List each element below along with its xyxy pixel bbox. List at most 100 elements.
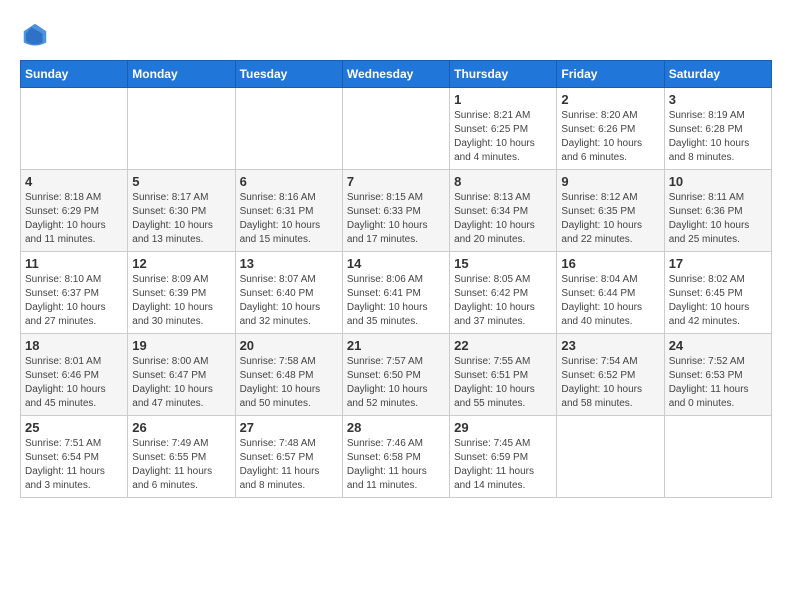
cell-content: 20Sunrise: 7:58 AM Sunset: 6:48 PM Dayli… bbox=[240, 338, 338, 411]
day-number: 1 bbox=[454, 92, 552, 107]
cell-content: 26 Sunrise: 7:49 AM Sunset: 6:55 PM Dayli… bbox=[132, 420, 230, 493]
cell-content: 6 Sunrise: 8:16 AM Sunset: 6:31 PM Daylig… bbox=[240, 174, 338, 247]
cell-info: Sunrise: 8:13 AM Sunset: 6:34 PM Dayligh… bbox=[454, 191, 552, 247]
cell-content: 8Sunrise: 8:13 AM Sunset: 6:34 PM Daylig… bbox=[454, 174, 552, 247]
day-number: 2 bbox=[561, 92, 659, 107]
cell-info: Sunrise: 8:12 AM Sunset: 6:35 PM Dayligh… bbox=[561, 191, 659, 247]
calendar-cell bbox=[664, 416, 771, 498]
day-number: 22 bbox=[454, 338, 552, 353]
calendar-cell: 6 Sunrise: 8:16 AM Sunset: 6:31 PM Daylig… bbox=[235, 170, 342, 252]
day-number: 12 bbox=[132, 256, 230, 271]
calendar-cell: 24 Sunrise: 7:52 AM Sunset: 6:53 PM Dayli… bbox=[664, 334, 771, 416]
cell-content: 1Sunrise: 8:21 AM Sunset: 6:25 PM Daylig… bbox=[454, 92, 552, 165]
cell-info: Sunrise: 7:48 AM Sunset: 6:57 PM Dayligh… bbox=[240, 437, 338, 493]
cell-info: Sunrise: 8:10 AM Sunset: 6:37 PM Dayligh… bbox=[25, 273, 123, 329]
calendar-cell: 10 Sunrise: 8:11 AM Sunset: 6:36 PM Dayli… bbox=[664, 170, 771, 252]
cell-info: Sunrise: 8:11 AM Sunset: 6:36 PM Dayligh… bbox=[669, 191, 767, 247]
cell-content: 2 Sunrise: 8:20 AM Sunset: 6:26 PM Daylig… bbox=[561, 92, 659, 165]
calendar-cell: 4Sunrise: 8:18 AM Sunset: 6:29 PM Daylig… bbox=[21, 170, 128, 252]
calendar-cell: 17 Sunrise: 8:02 AM Sunset: 6:45 PM Dayli… bbox=[664, 252, 771, 334]
calendar-cell: 15Sunrise: 8:05 AM Sunset: 6:42 PM Dayli… bbox=[450, 252, 557, 334]
day-number: 29 bbox=[454, 420, 552, 435]
day-number: 23 bbox=[561, 338, 659, 353]
calendar-cell: 11 Sunrise: 8:10 AM Sunset: 6:37 PM Dayli… bbox=[21, 252, 128, 334]
cell-content: 15Sunrise: 8:05 AM Sunset: 6:42 PM Dayli… bbox=[454, 256, 552, 329]
calendar-cell: 13Sunrise: 8:07 AM Sunset: 6:40 PM Dayli… bbox=[235, 252, 342, 334]
calendar-cell: 27 Sunrise: 7:48 AM Sunset: 6:57 PM Dayli… bbox=[235, 416, 342, 498]
cell-content: 28Sunrise: 7:46 AM Sunset: 6:58 PM Dayli… bbox=[347, 420, 445, 493]
day-number: 14 bbox=[347, 256, 445, 271]
day-number: 3 bbox=[669, 92, 767, 107]
cell-info: Sunrise: 8:07 AM Sunset: 6:40 PM Dayligh… bbox=[240, 273, 338, 329]
calendar-cell: 7 Sunrise: 8:15 AM Sunset: 6:33 PM Daylig… bbox=[342, 170, 449, 252]
calendar-week-row: 11 Sunrise: 8:10 AM Sunset: 6:37 PM Dayli… bbox=[21, 252, 772, 334]
cell-info: Sunrise: 8:20 AM Sunset: 6:26 PM Dayligh… bbox=[561, 109, 659, 165]
day-number: 5 bbox=[132, 174, 230, 189]
calendar-cell bbox=[557, 416, 664, 498]
calendar-week-row: 4Sunrise: 8:18 AM Sunset: 6:29 PM Daylig… bbox=[21, 170, 772, 252]
calendar-cell: 5Sunrise: 8:17 AM Sunset: 6:30 PM Daylig… bbox=[128, 170, 235, 252]
cell-content: 4Sunrise: 8:18 AM Sunset: 6:29 PM Daylig… bbox=[25, 174, 123, 247]
page-header bbox=[20, 20, 772, 50]
calendar-cell bbox=[342, 88, 449, 170]
cell-info: Sunrise: 8:00 AM Sunset: 6:47 PM Dayligh… bbox=[132, 355, 230, 411]
cell-info: Sunrise: 7:57 AM Sunset: 6:50 PM Dayligh… bbox=[347, 355, 445, 411]
day-number: 20 bbox=[240, 338, 338, 353]
cell-content: 21 Sunrise: 7:57 AM Sunset: 6:50 PM Dayli… bbox=[347, 338, 445, 411]
day-number: 27 bbox=[240, 420, 338, 435]
column-header-thursday: Thursday bbox=[450, 61, 557, 88]
cell-info: Sunrise: 8:02 AM Sunset: 6:45 PM Dayligh… bbox=[669, 273, 767, 329]
cell-content: 18Sunrise: 8:01 AM Sunset: 6:46 PM Dayli… bbox=[25, 338, 123, 411]
calendar-cell: 2 Sunrise: 8:20 AM Sunset: 6:26 PM Daylig… bbox=[557, 88, 664, 170]
calendar-cell: 12 Sunrise: 8:09 AM Sunset: 6:39 PM Dayli… bbox=[128, 252, 235, 334]
cell-content: 13Sunrise: 8:07 AM Sunset: 6:40 PM Dayli… bbox=[240, 256, 338, 329]
day-number: 26 bbox=[132, 420, 230, 435]
calendar-cell: 8Sunrise: 8:13 AM Sunset: 6:34 PM Daylig… bbox=[450, 170, 557, 252]
cell-content: 27 Sunrise: 7:48 AM Sunset: 6:57 PM Dayli… bbox=[240, 420, 338, 493]
day-number: 16 bbox=[561, 256, 659, 271]
cell-info: Sunrise: 8:09 AM Sunset: 6:39 PM Dayligh… bbox=[132, 273, 230, 329]
logo-icon bbox=[20, 20, 50, 50]
cell-info: Sunrise: 8:15 AM Sunset: 6:33 PM Dayligh… bbox=[347, 191, 445, 247]
cell-content: 24 Sunrise: 7:52 AM Sunset: 6:53 PM Dayli… bbox=[669, 338, 767, 411]
day-number: 21 bbox=[347, 338, 445, 353]
cell-info: Sunrise: 7:45 AM Sunset: 6:59 PM Dayligh… bbox=[454, 437, 552, 493]
cell-content: 19Sunrise: 8:00 AM Sunset: 6:47 PM Dayli… bbox=[132, 338, 230, 411]
cell-info: Sunrise: 8:04 AM Sunset: 6:44 PM Dayligh… bbox=[561, 273, 659, 329]
column-header-saturday: Saturday bbox=[664, 61, 771, 88]
day-number: 17 bbox=[669, 256, 767, 271]
calendar-cell bbox=[21, 88, 128, 170]
cell-content: 11 Sunrise: 8:10 AM Sunset: 6:37 PM Dayli… bbox=[25, 256, 123, 329]
calendar-cell: 16 Sunrise: 8:04 AM Sunset: 6:44 PM Dayli… bbox=[557, 252, 664, 334]
calendar-cell: 26 Sunrise: 7:49 AM Sunset: 6:55 PM Dayli… bbox=[128, 416, 235, 498]
calendar-header-row: SundayMondayTuesdayWednesdayThursdayFrid… bbox=[21, 61, 772, 88]
day-number: 10 bbox=[669, 174, 767, 189]
cell-info: Sunrise: 8:16 AM Sunset: 6:31 PM Dayligh… bbox=[240, 191, 338, 247]
cell-content: 9Sunrise: 8:12 AM Sunset: 6:35 PM Daylig… bbox=[561, 174, 659, 247]
calendar-cell: 19Sunrise: 8:00 AM Sunset: 6:47 PM Dayli… bbox=[128, 334, 235, 416]
cell-info: Sunrise: 8:01 AM Sunset: 6:46 PM Dayligh… bbox=[25, 355, 123, 411]
day-number: 24 bbox=[669, 338, 767, 353]
calendar-cell bbox=[235, 88, 342, 170]
cell-info: Sunrise: 7:52 AM Sunset: 6:53 PM Dayligh… bbox=[669, 355, 767, 411]
cell-content: 25Sunrise: 7:51 AM Sunset: 6:54 PM Dayli… bbox=[25, 420, 123, 493]
calendar-cell: 29 Sunrise: 7:45 AM Sunset: 6:59 PM Dayli… bbox=[450, 416, 557, 498]
calendar-cell: 25Sunrise: 7:51 AM Sunset: 6:54 PM Dayli… bbox=[21, 416, 128, 498]
cell-info: Sunrise: 7:51 AM Sunset: 6:54 PM Dayligh… bbox=[25, 437, 123, 493]
day-number: 6 bbox=[240, 174, 338, 189]
day-number: 4 bbox=[25, 174, 123, 189]
cell-info: Sunrise: 8:06 AM Sunset: 6:41 PM Dayligh… bbox=[347, 273, 445, 329]
cell-content: 23Sunrise: 7:54 AM Sunset: 6:52 PM Dayli… bbox=[561, 338, 659, 411]
cell-info: Sunrise: 7:55 AM Sunset: 6:51 PM Dayligh… bbox=[454, 355, 552, 411]
cell-info: Sunrise: 7:49 AM Sunset: 6:55 PM Dayligh… bbox=[132, 437, 230, 493]
calendar-cell: 23Sunrise: 7:54 AM Sunset: 6:52 PM Dayli… bbox=[557, 334, 664, 416]
column-header-wednesday: Wednesday bbox=[342, 61, 449, 88]
calendar-week-row: 1Sunrise: 8:21 AM Sunset: 6:25 PM Daylig… bbox=[21, 88, 772, 170]
calendar-week-row: 25Sunrise: 7:51 AM Sunset: 6:54 PM Dayli… bbox=[21, 416, 772, 498]
calendar-cell bbox=[128, 88, 235, 170]
calendar-week-row: 18Sunrise: 8:01 AM Sunset: 6:46 PM Dayli… bbox=[21, 334, 772, 416]
calendar-cell: 20Sunrise: 7:58 AM Sunset: 6:48 PM Dayli… bbox=[235, 334, 342, 416]
day-number: 11 bbox=[25, 256, 123, 271]
day-number: 7 bbox=[347, 174, 445, 189]
cell-content: 14 Sunrise: 8:06 AM Sunset: 6:41 PM Dayli… bbox=[347, 256, 445, 329]
